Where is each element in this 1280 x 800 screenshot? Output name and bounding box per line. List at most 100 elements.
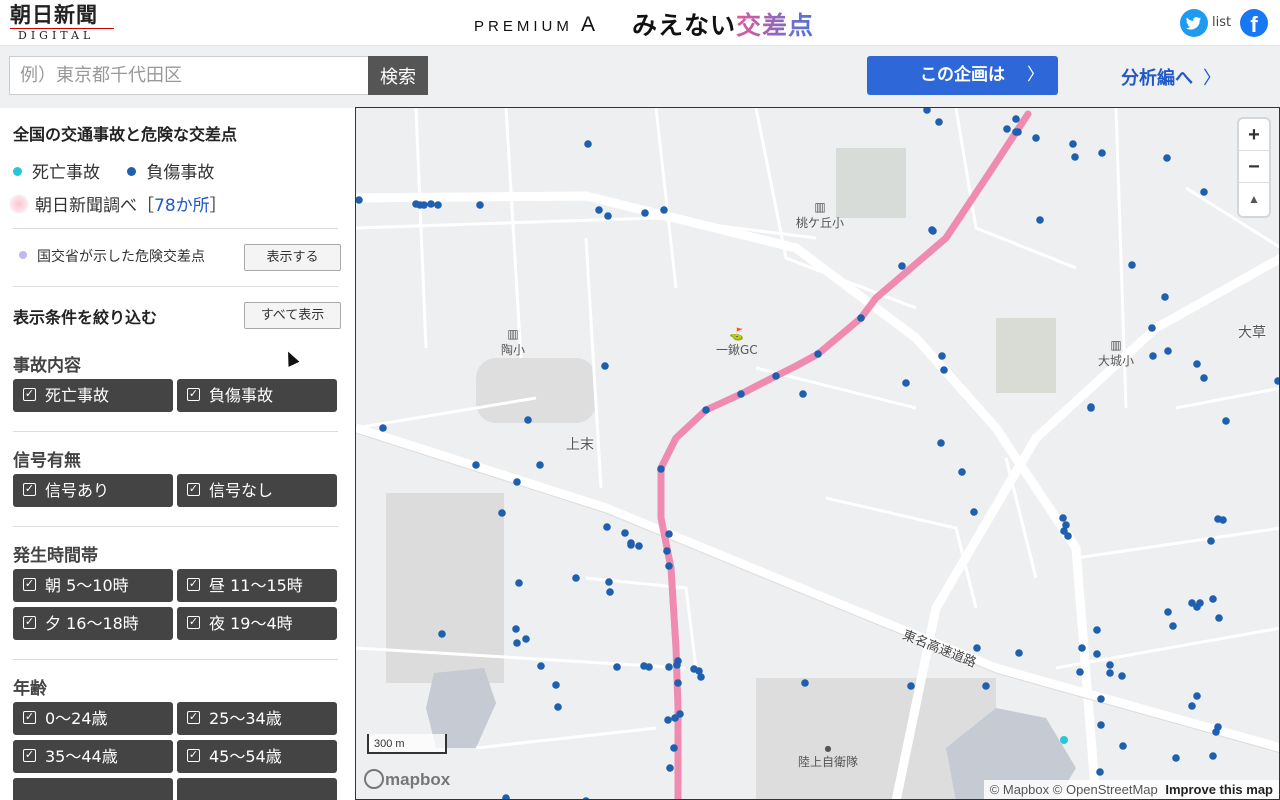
injury-accident-point[interactable] xyxy=(1097,721,1105,729)
injury-accident-point[interactable] xyxy=(572,574,580,582)
injury-accident-point[interactable] xyxy=(1118,672,1126,680)
show-all-button[interactable]: すべて表示 xyxy=(244,302,341,329)
injury-accident-point[interactable] xyxy=(601,362,609,370)
twitter-icon[interactable] xyxy=(1180,9,1208,37)
injury-accident-point[interactable] xyxy=(938,352,946,360)
injury-accident-point[interactable] xyxy=(1128,261,1136,269)
injury-accident-point[interactable] xyxy=(1209,595,1217,603)
zoom-out-button[interactable]: − xyxy=(1239,151,1269,183)
injury-accident-point[interactable] xyxy=(1209,752,1217,760)
attribution-mapbox-link[interactable]: © Mapbox xyxy=(990,782,1049,797)
injury-accident-point[interactable] xyxy=(814,350,822,358)
filter-chip-signal-no[interactable]: ✓ 信号なし xyxy=(177,474,337,507)
injury-accident-point[interactable] xyxy=(958,468,966,476)
filter-chip-evening[interactable]: ✓ 夕 16〜18時 xyxy=(13,607,173,640)
injury-accident-point[interactable] xyxy=(420,201,428,209)
injury-accident-point[interactable] xyxy=(1163,154,1171,162)
injury-accident-point[interactable] xyxy=(1193,692,1201,700)
injury-accident-point[interactable] xyxy=(665,562,673,570)
injury-accident-point[interactable] xyxy=(670,744,678,752)
injury-accident-point[interactable] xyxy=(1036,216,1044,224)
mapbox-logo[interactable]: mapbox xyxy=(364,768,450,791)
attribution-osm-link[interactable]: © OpenStreetMap xyxy=(1053,782,1158,797)
injury-accident-point[interactable] xyxy=(1069,140,1077,148)
injury-accident-point[interactable] xyxy=(605,578,613,586)
injury-accident-point[interactable] xyxy=(595,206,603,214)
injury-accident-point[interactable] xyxy=(1149,352,1157,360)
injury-accident-point[interactable] xyxy=(645,663,653,671)
filter-chip-next[interactable] xyxy=(13,778,173,800)
injury-accident-point[interactable] xyxy=(1097,695,1105,703)
injury-accident-point[interactable] xyxy=(1193,360,1201,368)
injury-accident-point[interactable] xyxy=(554,703,562,711)
injury-accident-point[interactable] xyxy=(1093,626,1101,634)
injury-accident-point[interactable] xyxy=(1222,417,1230,425)
injury-accident-point[interactable] xyxy=(603,523,611,531)
injury-accident-point[interactable] xyxy=(660,206,668,214)
filter-chip-age-35-44[interactable]: ✓ 35〜44歳 xyxy=(13,740,173,773)
injury-accident-point[interactable] xyxy=(982,682,990,690)
injury-accident-point[interactable] xyxy=(1172,754,1180,762)
filter-chip-next[interactable] xyxy=(177,778,337,800)
injury-accident-point[interactable] xyxy=(438,630,446,638)
filter-chip-noon[interactable]: ✓ 昼 11〜15時 xyxy=(177,569,337,602)
zoom-in-button[interactable]: + xyxy=(1239,119,1269,151)
injury-accident-point[interactable] xyxy=(1164,608,1172,616)
injury-accident-point[interactable] xyxy=(674,679,682,687)
injury-accident-point[interactable] xyxy=(937,439,945,447)
injury-accident-point[interactable] xyxy=(536,461,544,469)
injury-accident-point[interactable] xyxy=(472,461,480,469)
improve-map-link[interactable]: Improve this map xyxy=(1165,782,1273,797)
injury-accident-point[interactable] xyxy=(702,406,710,414)
injury-accident-point[interactable] xyxy=(772,372,780,380)
injury-accident-point[interactable] xyxy=(657,465,665,473)
injury-accident-point[interactable] xyxy=(627,539,635,547)
injury-accident-point[interactable] xyxy=(737,390,745,398)
injury-accident-point[interactable] xyxy=(907,682,915,690)
school-oshiro[interactable]: ▥ 大城小 xyxy=(1098,338,1134,369)
injury-accident-point[interactable] xyxy=(606,588,614,596)
injury-accident-point[interactable] xyxy=(512,625,520,633)
injury-accident-point[interactable] xyxy=(1214,515,1222,523)
address-search-input[interactable] xyxy=(9,56,369,95)
injury-accident-point[interactable] xyxy=(898,262,906,270)
injury-accident-point[interactable] xyxy=(1076,668,1084,676)
injury-accident-point[interactable] xyxy=(498,509,506,517)
injury-accident-point[interactable] xyxy=(1071,153,1079,161)
injury-accident-point[interactable] xyxy=(604,212,612,220)
injury-accident-point[interactable] xyxy=(690,665,698,673)
injury-accident-point[interactable] xyxy=(1164,347,1172,355)
injury-accident-point[interactable] xyxy=(857,314,865,322)
injury-accident-point[interactable] xyxy=(1064,532,1072,540)
injury-accident-point[interactable] xyxy=(671,714,679,722)
injury-accident-point[interactable] xyxy=(801,679,809,687)
golf-course[interactable]: ⛳ 一鍬GC xyxy=(716,327,758,358)
search-button[interactable]: 検索 xyxy=(368,56,428,95)
injury-accident-point[interactable] xyxy=(673,661,681,669)
injury-accident-point[interactable] xyxy=(1003,125,1011,133)
injury-accident-point[interactable] xyxy=(552,681,560,689)
injury-accident-point[interactable] xyxy=(1059,514,1067,522)
injury-accident-point[interactable] xyxy=(1169,622,1177,630)
fatal-accident-point[interactable] xyxy=(1060,736,1068,744)
injury-accident-point[interactable] xyxy=(1096,768,1104,776)
filter-chip-age-45-54[interactable]: ✓ 45〜54歳 xyxy=(177,740,337,773)
injury-accident-point[interactable] xyxy=(1062,521,1070,529)
injury-accident-point[interactable] xyxy=(515,579,523,587)
injury-accident-point[interactable] xyxy=(434,201,442,209)
list-link[interactable]: list xyxy=(1212,15,1231,30)
filter-chip-injury[interactable]: ✓ 負傷事故 xyxy=(177,379,337,412)
injury-accident-point[interactable] xyxy=(1087,404,1095,412)
filter-chip-signal-yes[interactable]: ✓ 信号あり xyxy=(13,474,173,507)
school-momogaoka[interactable]: ▥ 桃ケ丘小 xyxy=(796,200,844,231)
injury-accident-point[interactable] xyxy=(1078,644,1086,652)
filter-chip-fatal[interactable]: ✓ 死亡事故 xyxy=(13,379,173,412)
injury-accident-point[interactable] xyxy=(476,201,484,209)
injury-accident-point[interactable] xyxy=(935,118,943,126)
filter-chip-morning[interactable]: ✓ 朝 5〜10時 xyxy=(13,569,173,602)
injury-accident-point[interactable] xyxy=(902,379,910,387)
accident-map[interactable]: ▥ 桃ケ丘小 ⛳ 一鍬GC ▥ 陶小 上末 ▥ 大城小 大草 東名高速道路 ● 陸上自衛隊… xyxy=(355,107,1280,800)
injury-accident-point[interactable] xyxy=(1215,614,1223,622)
injury-accident-point[interactable] xyxy=(513,639,521,647)
injury-accident-point[interactable] xyxy=(524,416,532,424)
